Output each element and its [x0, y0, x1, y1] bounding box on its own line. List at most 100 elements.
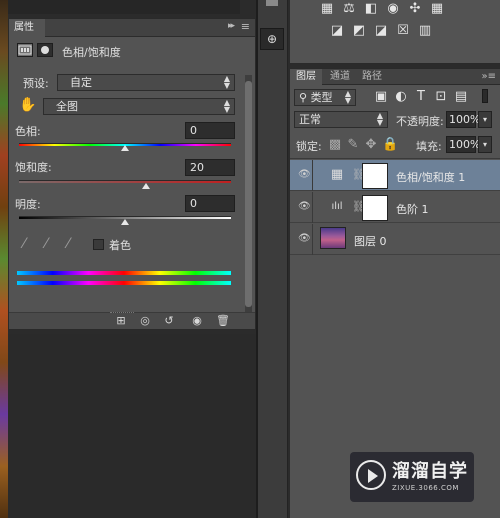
properties-panel: 属性 ▸▸ ≡ 色相/饱和度 预设: 自定 ▲ ▼ ✋ 全图 ▲ ▼ 色相: 0 饱…	[8, 18, 256, 330]
levels-icon: ılıl	[331, 201, 343, 212]
preset-dropdown[interactable]: 自定 ▲ ▼	[57, 74, 235, 91]
eye-icon[interactable]: 👁	[298, 169, 311, 180]
filter-type-icon[interactable]: T	[414, 90, 428, 104]
panel-resize-grip[interactable]	[110, 312, 134, 314]
posterize-icon[interactable]: ◩	[352, 24, 366, 38]
adjustment-title: 色相/饱和度	[62, 46, 121, 59]
mask-icon[interactable]	[37, 43, 53, 57]
adjustments-panel: ▦ ⚖ ◧ ◉ ✣ ▦ ◪ ◩ ◪ ☒ ▥	[290, 0, 500, 64]
filter-pixel-icon[interactable]: ▣	[374, 90, 388, 104]
lightness-slider-thumb[interactable]	[121, 219, 129, 225]
fill-dropdown-arrow[interactable]: ▾	[478, 136, 492, 153]
divider	[290, 158, 500, 159]
opacity-input[interactable]: 100%	[446, 111, 480, 128]
lock-label: 锁定:	[296, 140, 322, 153]
lock-all-icon[interactable]: 🔒	[382, 138, 398, 152]
filter-smart-object-icon[interactable]: ▤	[454, 90, 468, 104]
colorize-checkbox[interactable]	[93, 239, 104, 250]
layers-tabbar: 图层 通道 路径 »≡	[290, 69, 500, 85]
output-color-bar	[17, 281, 231, 285]
properties-scrollbar[interactable]	[245, 75, 252, 315]
layer-name[interactable]: 色相/饱和度 1	[396, 169, 465, 185]
saturation-slider-thumb[interactable]	[142, 183, 151, 189]
toggle-visibility-icon[interactable]: ◉	[187, 313, 207, 329]
blend-mode-dropdown[interactable]: 正常 ▲ ▼	[294, 111, 388, 128]
saturation-slider-track[interactable]	[19, 180, 231, 183]
divider	[312, 224, 313, 255]
hue-input[interactable]: 0	[185, 122, 235, 139]
eye-icon[interactable]: 👁	[298, 233, 311, 244]
preset-label: 预设:	[23, 77, 49, 90]
lightness-label: 明度:	[15, 198, 41, 211]
dropdown-arrows-icon: ▲ ▼	[223, 98, 230, 114]
divider	[312, 160, 313, 191]
layer-name[interactable]: 色阶 1	[396, 201, 429, 217]
eyedropper-minus-icon[interactable]: ⁄	[67, 236, 69, 252]
canvas-edge	[0, 0, 8, 518]
panel-menu-icon[interactable]: »≡	[482, 69, 497, 85]
color-balance-icon[interactable]: ⚖	[342, 2, 356, 16]
trash-icon[interactable]: 🗑	[213, 313, 233, 329]
properties-footer: ⊞ ◎ ↺ ◉ 🗑	[9, 312, 255, 329]
dropdown-arrows-icon: ▲ ▼	[223, 74, 230, 90]
fill-label: 填充:	[416, 140, 442, 153]
properties-toggle-icon[interactable]: ⊕	[260, 28, 284, 50]
hue-slider-thumb[interactable]	[121, 145, 129, 151]
panel-menu-icon[interactable]: ≡	[241, 20, 250, 33]
layers-panel: 图层 通道 路径 »≡ ⚲ 类型 ▲ ▼ ▣ ◐ T ⊡ ▤ 正常 ▲ ▼ 不透明度…	[290, 68, 500, 518]
layer-filter-dropdown[interactable]: ⚲ 类型 ▲ ▼	[294, 89, 356, 106]
input-color-bar	[17, 271, 231, 275]
filter-toggle[interactable]	[482, 89, 488, 103]
lightness-input[interactable]: 0	[185, 195, 235, 212]
lock-image-icon[interactable]: ✎	[346, 138, 360, 152]
lock-transparent-icon[interactable]: ▩	[328, 138, 342, 152]
photo-thumbnail[interactable]	[320, 227, 346, 249]
play-icon	[368, 469, 378, 483]
watermark: 溜溜自学 ZIXUE.3066.COM	[350, 452, 474, 502]
targeted-adjustment-hand-icon[interactable]: ✋	[19, 97, 36, 113]
dropdown-arrows-icon: ▲ ▼	[376, 111, 383, 127]
fill-input[interactable]: 100%	[446, 136, 480, 153]
threshold-icon[interactable]: ◪	[374, 24, 388, 38]
opacity-dropdown-arrow[interactable]: ▾	[478, 111, 492, 128]
hue-saturation-icon: ▦	[330, 167, 344, 182]
strip-handle[interactable]	[266, 0, 278, 6]
lock-position-icon[interactable]: ✥	[364, 138, 378, 152]
layer-name[interactable]: 图层 0	[354, 233, 387, 249]
view-previous-state-icon[interactable]: ◎	[135, 313, 155, 329]
channel-mixer-icon[interactable]: ✣	[408, 2, 422, 16]
saturation-input[interactable]: 20	[185, 159, 235, 176]
scrollbar-thumb[interactable]	[245, 81, 252, 307]
divider	[312, 192, 313, 223]
eyedropper-icon[interactable]: ⁄	[23, 236, 25, 252]
tab-paths[interactable]: 路径	[356, 69, 388, 85]
play-logo-icon	[356, 460, 386, 490]
color-lookup-icon[interactable]: ▦	[430, 2, 444, 16]
layer-mask-thumbnail[interactable]	[362, 195, 388, 221]
tab-channels[interactable]: 通道	[324, 69, 356, 85]
channel-dropdown[interactable]: 全图 ▲ ▼	[43, 98, 235, 115]
black-white-icon[interactable]: ◧	[364, 2, 378, 16]
gradient-map-icon[interactable]: ▥	[418, 24, 432, 38]
eye-icon[interactable]: 👁	[298, 201, 311, 212]
clip-to-layer-icon[interactable]: ⊞	[111, 313, 131, 329]
layer-row[interactable]: 👁 ▦ ⛓ 色相/饱和度 1	[290, 160, 500, 191]
tab-layers[interactable]: 图层	[290, 69, 322, 85]
filter-shape-icon[interactable]: ⊡	[434, 90, 448, 104]
opacity-label: 不透明度:	[396, 115, 444, 128]
invert-icon[interactable]: ◪	[330, 24, 344, 38]
eyedropper-plus-icon[interactable]: ⁄	[45, 236, 47, 252]
layer-mask-thumbnail[interactable]	[362, 163, 388, 189]
brightness-contrast-icon[interactable]: ▦	[320, 2, 334, 16]
tab-properties[interactable]: 属性	[9, 19, 45, 37]
dropdown-arrows-icon: ▲ ▼	[344, 89, 351, 105]
filter-adjustment-icon[interactable]: ◐	[394, 90, 408, 104]
collapse-panel-button[interactable]: ▸▸	[228, 21, 235, 31]
layer-row[interactable]: 👁 ılıl ⛓ 色阶 1	[290, 192, 500, 223]
selective-color-icon[interactable]: ☒	[396, 24, 410, 38]
layer-row[interactable]: 👁 图层 0	[290, 224, 500, 255]
hue-saturation-icon[interactable]	[17, 43, 33, 57]
empty-dock-area	[8, 334, 256, 518]
reset-icon[interactable]: ↺	[159, 313, 179, 329]
photo-filter-icon[interactable]: ◉	[386, 2, 400, 16]
